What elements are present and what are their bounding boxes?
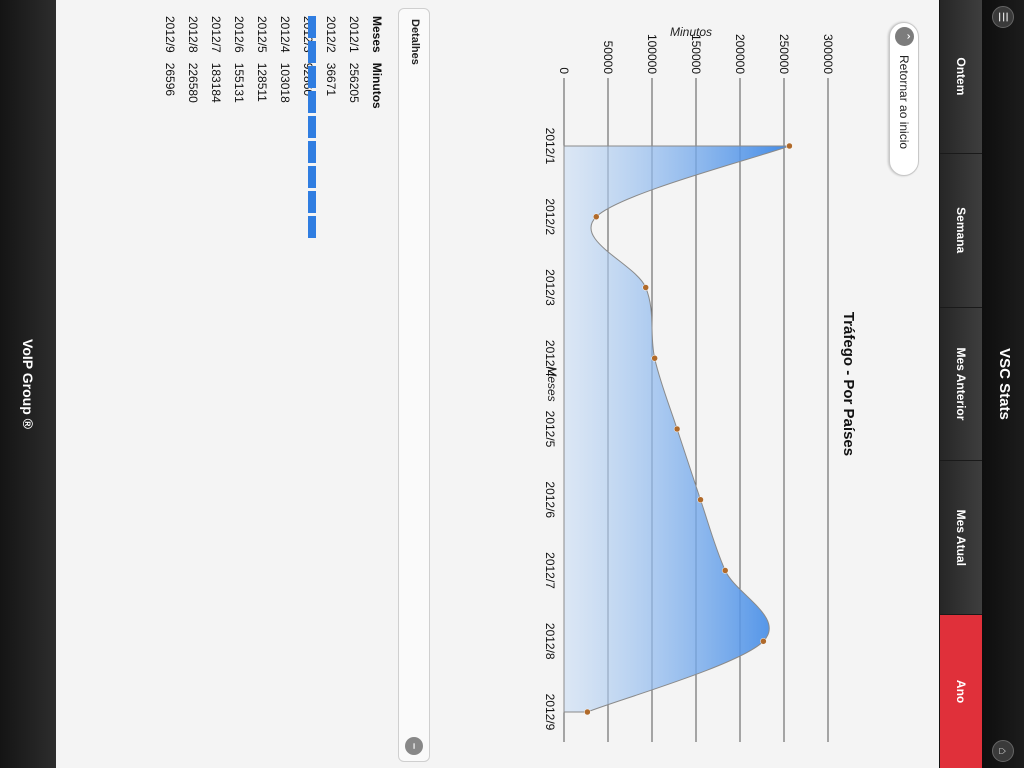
period-nav: Ontem Semana Mes Anterior Mes Atual Ano xyxy=(939,0,982,768)
data-point xyxy=(786,142,793,150)
y-tick-label: 200000 xyxy=(733,34,747,74)
row-minutes: 155131 xyxy=(232,62,247,103)
table-row: 2012/8 226580 xyxy=(182,16,205,113)
table-row: 2012/5 128511 xyxy=(251,16,274,113)
row-month: 2012/7 xyxy=(209,16,224,53)
table-color-bar xyxy=(308,16,316,238)
data-point xyxy=(721,567,729,574)
app-title: VSC Stats xyxy=(996,348,1013,420)
x-tick-label: 2012/3 xyxy=(543,269,557,306)
row-minutes: 128511 xyxy=(255,62,270,102)
y-tick-label: 150000 xyxy=(689,34,703,74)
color-bar-segment xyxy=(308,16,316,38)
details-table: Meses Minutos 2012/1 256205 2012/2 36671 2… xyxy=(159,16,385,113)
home-icon[interactable]: ⌂ xyxy=(992,740,1014,762)
table-row: 2012/4 103018 xyxy=(274,16,297,113)
table-row: 2012/2 36671 xyxy=(320,16,343,113)
x-tick-label: 2012/1 xyxy=(543,128,557,165)
table-row: 2012/6 155131 xyxy=(228,16,251,113)
tab-semana[interactable]: Semana xyxy=(940,153,982,308)
color-bar-segment xyxy=(308,216,316,238)
details-label: Detalhes xyxy=(409,19,421,65)
x-tick-label: 2012/9 xyxy=(543,694,557,731)
row-minutes: 26596 xyxy=(163,62,178,97)
traffic-chart: Tráfego - Por Países Minutos Meses 0 5000… xyxy=(543,25,857,742)
app-header: ☰ VSC Stats ⌂ xyxy=(982,0,1024,768)
y-tick-label: 0 xyxy=(557,67,571,74)
y-tick-label: 100000 xyxy=(645,34,659,74)
data-point xyxy=(642,284,649,291)
y-tick-label: 250000 xyxy=(777,34,791,74)
data-point xyxy=(584,708,591,716)
y-tick-label: 50000 xyxy=(601,41,615,75)
chart-title: Tráfego - Por Países xyxy=(840,312,857,456)
row-month: 2012/1 xyxy=(347,16,362,53)
column-header-minutos: Minutos xyxy=(370,62,384,109)
tab-mes-atual[interactable]: Mes Atual xyxy=(940,461,982,616)
table-row: 2012/7 183184 xyxy=(205,16,228,113)
data-point xyxy=(673,425,681,433)
x-tick-label: 2012/6 xyxy=(543,481,557,518)
column-header-meses: Meses xyxy=(370,16,384,53)
color-bar-segment xyxy=(308,91,316,113)
data-point xyxy=(593,213,600,220)
data-point xyxy=(697,496,704,503)
row-minutes: 183184 xyxy=(209,62,224,103)
table-row: 2012/9 26596 xyxy=(159,16,182,113)
row-month: 2012/2 xyxy=(324,16,339,53)
row-month: 2012/5 xyxy=(255,16,270,53)
chevron-up-icon: ⌃ xyxy=(895,27,914,46)
color-bar-segment xyxy=(308,41,316,63)
tab-ano[interactable]: Ano xyxy=(940,615,982,768)
data-point xyxy=(651,355,658,362)
y-tick-label: 300000 xyxy=(821,34,835,74)
table-row: 2012/1 256205 xyxy=(343,16,366,113)
color-bar-segment xyxy=(308,141,316,163)
app-footer: VoIP Group ® xyxy=(0,0,56,768)
row-minutes: 103018 xyxy=(278,62,293,103)
row-month: 2012/9 xyxy=(163,16,178,53)
data-point xyxy=(760,638,767,645)
x-tick-label: 2012/5 xyxy=(543,411,557,448)
x-tick-label: 2012/8 xyxy=(543,623,557,660)
x-tick-label: 2012/2 xyxy=(543,198,557,235)
color-bar-segment xyxy=(308,166,316,188)
x-tick-label: 2012/4 xyxy=(543,340,557,377)
x-tick-label: 2012/7 xyxy=(543,552,557,589)
color-bar-segment xyxy=(308,66,316,88)
tab-ontem[interactable]: Ontem xyxy=(940,0,982,154)
details-section[interactable]: – Detalhes xyxy=(398,8,430,762)
row-month: 2012/4 xyxy=(278,16,293,53)
minus-icon[interactable]: – xyxy=(405,737,423,755)
color-bar-segment xyxy=(308,191,316,213)
row-month: 2012/8 xyxy=(186,16,201,53)
app-screen: ☰ VSC Stats ⌂ Ontem Semana Mes Anterior … xyxy=(0,0,1024,768)
tab-mes-anterior[interactable]: Mes Anterior xyxy=(940,307,982,462)
color-bar-segment xyxy=(308,116,316,138)
row-minutes: 256205 xyxy=(347,62,362,103)
row-minutes: 36671 xyxy=(324,62,339,97)
row-month: 2012/6 xyxy=(232,16,247,53)
back-button-label: Retornar ao inicio xyxy=(897,55,911,150)
row-minutes: 226580 xyxy=(186,62,201,103)
